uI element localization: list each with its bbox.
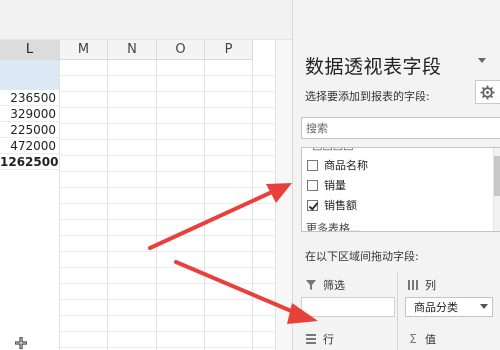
choose-fields-label: 选择要添加到报表的字段: [305,90,430,103]
rows-area-label: 行 [323,333,334,346]
field-search-box[interactable] [301,117,500,139]
value-column: 236500 329000 225000 472000 1262500 [0,90,59,350]
field-label: 销量 [324,179,346,192]
column-header-o[interactable]: O [157,40,205,60]
sigma-icon: Σ [409,332,417,346]
value-cell[interactable]: 225000 [0,122,59,138]
drag-areas-label: 在以下区域间拖动字段: [305,250,419,263]
sheet-scroll-edge [275,40,292,350]
search-input[interactable] [302,118,482,138]
spreadsheet-area[interactable]: L M N O P 总计 236500 329000 225000 472000… [0,0,292,350]
value-cell[interactable]: 329000 [0,106,59,122]
column-header-m[interactable]: M [60,40,108,60]
selected-cell-header [0,60,59,90]
column-header-l[interactable]: L [0,40,60,60]
field-checkbox[interactable] [307,159,318,171]
field-checkbox-checked[interactable] [307,199,318,211]
pane-options-chevron-icon[interactable] [478,58,486,64]
rows-icon [306,334,316,344]
filter-icon [306,280,316,290]
column-field-value: 商品分类 [414,301,458,314]
chevron-down-icon [480,304,488,309]
area-divider [397,272,398,350]
columns-area-label: 列 [425,279,436,292]
rows-area-header: 行 [305,330,334,348]
move-cursor-icon [15,337,27,349]
column-header-row: L M N O P [0,40,253,60]
field-label: 销售额 [324,199,357,212]
pane-title: 数据透视表字段 [305,56,442,78]
grand-total-cell[interactable]: 1262500 [0,154,59,170]
filter-drop-zone[interactable] [301,297,395,317]
toolbar-area [0,0,292,40]
values-area-label: 值 [425,333,436,346]
gear-icon [480,85,495,100]
more-tables-link[interactable]: 更多表格... [306,220,361,231]
field-label: 商品名称 [324,159,368,172]
field-item-product-name[interactable]: 商品名称 [307,157,368,173]
field-item-sales-amount[interactable]: 销售额 [307,197,357,213]
field-list[interactable]: ▭▭▭▭ 商品名称 销量 销售额 更多表格... [301,147,500,232]
value-cell[interactable]: 472000 [0,138,59,154]
columns-icon [408,280,418,290]
scrollbar-thumb[interactable] [494,156,500,196]
field-checkbox[interactable] [307,179,318,191]
field-item-sales-qty[interactable]: 销量 [307,177,346,193]
columns-area-header: 列 [407,276,436,294]
tools-button[interactable] [475,80,500,104]
column-header-n[interactable]: N [108,40,157,60]
pivot-fields-pane: 数据透视表字段 选择要添加到报表的字段: ▭▭▭▭ 商品名称 销量 销售额 更多… [292,0,500,350]
partial-field-item: ▭▭▭▭ [312,147,354,154]
filter-area-label: 筛选 [323,279,345,292]
column-field-dropdown[interactable]: 商品分类 [405,297,493,317]
column-header-p[interactable]: P [205,40,253,60]
value-cell[interactable]: 236500 [0,90,59,106]
field-list-scrollbar[interactable] [493,148,500,231]
values-area-header: Σ 值 [407,330,436,348]
filter-area-header: 筛选 [305,276,345,294]
